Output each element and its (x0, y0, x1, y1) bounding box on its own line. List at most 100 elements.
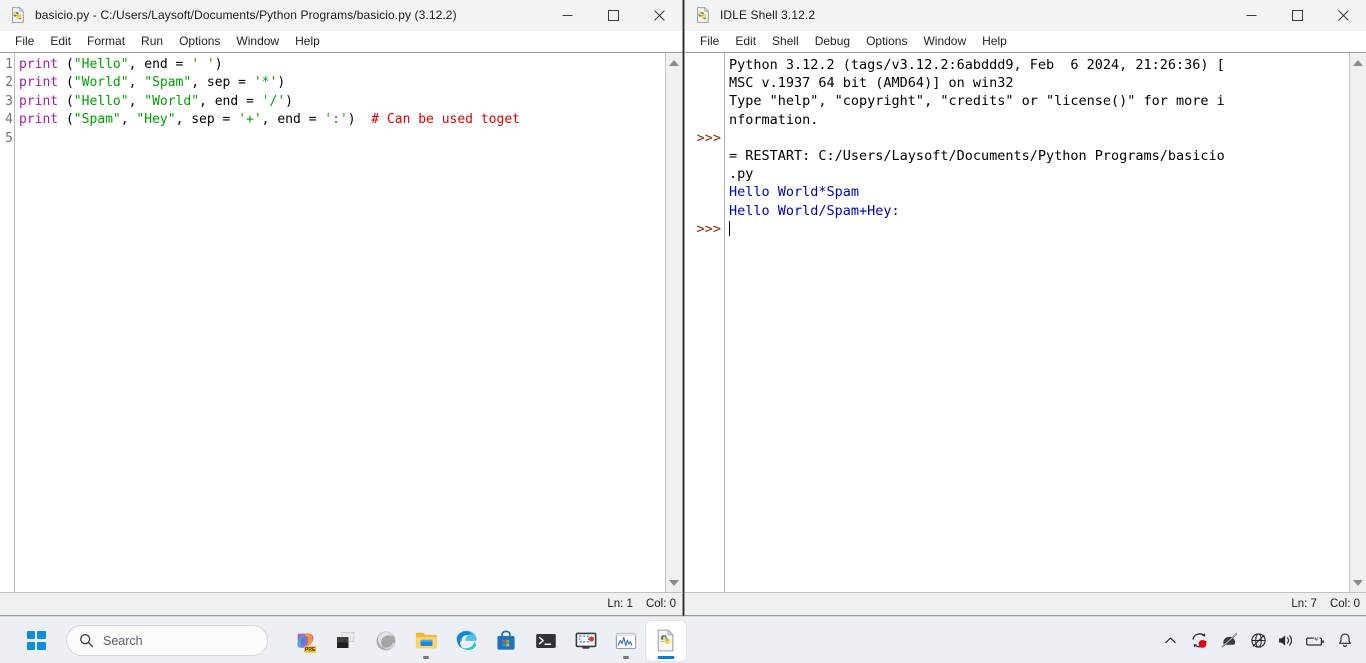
volume-button[interactable] (1273, 624, 1299, 658)
idle-shell-window[interactable]: IDLE Shell 3.12.2 File Edit Shell Debug … (684, 0, 1366, 616)
editor-menu-edit[interactable]: Edit (42, 32, 79, 51)
editor-maximize-button[interactable] (590, 0, 636, 31)
bell-icon (1339, 633, 1351, 647)
taskbar-app-microsoft-edge[interactable] (446, 621, 486, 661)
shell-output-line[interactable]: = RESTART: C:/Users/Laysoft/Documents/Py… (729, 147, 1349, 165)
code-token: "Spam" (73, 112, 121, 128)
editor-code-line[interactable]: print ("Hello", "World", end = '/') (19, 93, 665, 111)
code-token: , (120, 112, 137, 128)
editor-menubar[interactable]: File Edit Format Run Options Window Help (0, 31, 682, 52)
microsoft-store-icon (497, 630, 515, 650)
code-token: ' ' (191, 57, 215, 72)
shell-menubar[interactable]: File Edit Shell Debug Options Window Hel… (685, 31, 1366, 52)
editor-titlebar[interactable]: basicio.py - C:/Users/Laysoft/Documents/… (0, 0, 682, 31)
code-token: # Can be used toget (371, 112, 520, 128)
shell-scroll-up-icon[interactable] (1351, 55, 1366, 70)
editor-code-area[interactable]: print ("Hello", end = ' ') print ("World"… (15, 53, 665, 592)
shell-text-region[interactable]: >>> >>> Python 3.12.2 (tags/v3.12.2:6abd… (685, 52, 1366, 592)
taskbar-app-edge-dev[interactable] (366, 621, 406, 661)
code-token: print (19, 75, 59, 91)
taskbar-app-task-view[interactable] (326, 621, 366, 661)
shell-window-controls[interactable] (1228, 0, 1366, 31)
recording-indicator-button[interactable] (1185, 624, 1214, 658)
shell-output-area[interactable]: Python 3.12.2 (tags/v3.12.2:6abddd9, Feb… (725, 53, 1349, 592)
recording-icon (1192, 633, 1207, 648)
taskbar-app-microsoft-store[interactable] (486, 621, 526, 661)
code-token: "Hey" (136, 112, 176, 128)
editor-vertical-scrollbar[interactable] (665, 53, 682, 592)
code-token: ( (58, 57, 74, 72)
shell-output-line[interactable]: nformation. (729, 111, 1349, 129)
desktop: basicio.py - C:/Users/Laysoft/Documents/… (0, 0, 1366, 663)
shell-close-button[interactable] (1320, 0, 1366, 31)
network-button[interactable] (1245, 624, 1271, 658)
taskbar-app-copilot[interactable]: PRE (286, 621, 326, 661)
shell-titlebar[interactable]: IDLE Shell 3.12.2 (685, 0, 1366, 31)
editor-window-controls[interactable] (544, 0, 682, 31)
shell-output-line[interactable] (729, 129, 1349, 147)
taskbar-app-file-explorer[interactable] (406, 621, 446, 661)
editor-code-line[interactable]: print ("Spam", "Hey", sep = '+', end = '… (19, 111, 665, 129)
editor-text-region[interactable]: 12345 print ("Hello", end = ' ') print ("… (0, 52, 682, 592)
editor-menu-format[interactable]: Format (79, 32, 133, 51)
editor-line-number: 2 (5, 75, 13, 91)
task-manager-icon (615, 632, 637, 649)
editor-code-line[interactable] (19, 130, 665, 148)
search-input[interactable]: Search (66, 625, 268, 656)
shell-maximize-button[interactable] (1274, 0, 1320, 31)
idle-editor-window[interactable]: basicio.py - C:/Users/Laysoft/Documents/… (0, 0, 683, 616)
shell-menu-file[interactable]: File (692, 32, 727, 51)
shell-menu-shell[interactable]: Shell (764, 32, 807, 51)
code-token: ( (58, 75, 74, 91)
shell-scroll-track[interactable] (1351, 70, 1366, 575)
volume-icon (1279, 635, 1292, 646)
shell-menu-edit[interactable]: Edit (727, 32, 764, 51)
editor-code-line[interactable]: print ("Hello", end = ' ') (19, 56, 665, 74)
shell-output-line[interactable]: MSC v.1937 64 bit (AMD64)] on win32 (729, 74, 1349, 92)
editor-menu-file[interactable]: File (7, 32, 42, 51)
code-token: "Spam" (144, 75, 192, 91)
taskbar-app-terminal[interactable] (526, 621, 566, 661)
start-button[interactable] (16, 621, 56, 661)
taskbar-app-task-manager[interactable] (606, 621, 646, 661)
show-hidden-icons-button[interactable] (1157, 624, 1183, 658)
shell-output-line[interactable]: Hello World/Spam+Hey: (729, 202, 1349, 220)
battery-button[interactable] (1301, 624, 1330, 658)
system-tray[interactable] (1157, 617, 1358, 663)
notifications-button[interactable] (1332, 624, 1358, 658)
editor-menu-window[interactable]: Window (228, 32, 287, 51)
editor-menu-options[interactable]: Options (171, 32, 228, 51)
shell-output-line[interactable]: .py (729, 165, 1349, 183)
editor-menu-run[interactable]: Run (133, 32, 171, 51)
code-token: , end = (261, 112, 325, 128)
taskbar-app-python-idle[interactable] (646, 620, 686, 661)
shell-output-line[interactable]: Hello World*Spam (729, 183, 1349, 201)
shell-prompt-gutter: >>> >>> (685, 53, 725, 592)
shell-output-line[interactable] (729, 220, 1349, 238)
shell-vertical-scrollbar[interactable] (1349, 53, 1366, 592)
editor-scroll-down-icon[interactable] (667, 575, 682, 590)
editor-scroll-track[interactable] (667, 70, 682, 575)
code-token: "World" (144, 93, 200, 109)
shell-menu-window[interactable]: Window (915, 32, 974, 51)
shell-menu-help[interactable]: Help (974, 32, 1015, 51)
shell-token: MSC v.1937 64 bit (AMD64)] on win32 (729, 75, 1014, 92)
shell-output-line[interactable]: Type "help", "copyright", "credits" or "… (729, 92, 1349, 110)
touchpad-off-icon (1221, 633, 1238, 648)
taskbar[interactable]: Search PRE (0, 616, 1366, 663)
editor-minimize-button[interactable] (544, 0, 590, 31)
shell-menu-debug[interactable]: Debug (807, 32, 858, 51)
editor-scroll-up-icon[interactable] (667, 55, 682, 70)
editor-status-bar: Ln: 1 Col: 0 (0, 592, 682, 615)
shell-scroll-down-icon[interactable] (1351, 575, 1366, 590)
running-indicator (423, 655, 429, 659)
shell-menu-options[interactable]: Options (858, 32, 915, 51)
touchpad-disabled-button[interactable] (1216, 624, 1243, 658)
code-token: ) (214, 57, 223, 72)
editor-close-button[interactable] (636, 0, 682, 31)
shell-minimize-button[interactable] (1228, 0, 1274, 31)
shell-output-line[interactable]: Python 3.12.2 (tags/v3.12.2:6abddd9, Feb… (729, 56, 1349, 74)
editor-code-line[interactable]: print ("World", "Spam", sep = '*') (19, 74, 665, 92)
editor-menu-help[interactable]: Help (287, 32, 328, 51)
taskbar-app-snipping-tool[interactable] (566, 621, 606, 661)
